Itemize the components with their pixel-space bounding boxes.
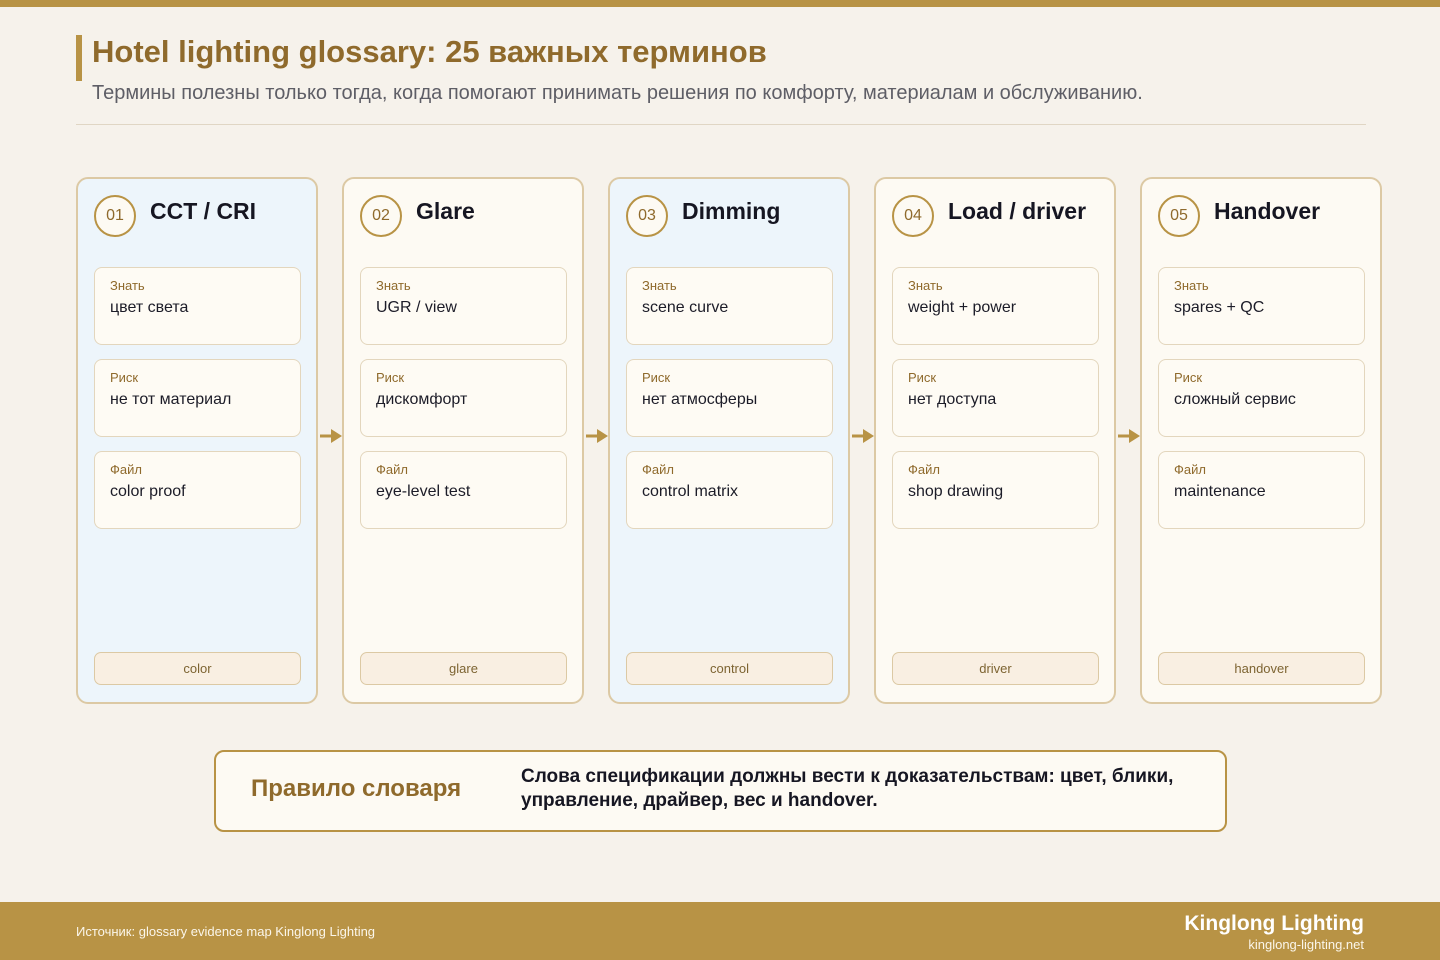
arrow-right-icon xyxy=(320,429,342,443)
file-label: Файл xyxy=(642,462,674,477)
know-field: Знать UGR / view xyxy=(360,267,567,345)
know-value: UGR / view xyxy=(376,299,457,316)
term-tag: control xyxy=(626,652,833,685)
risk-field: Риск сложный сервис xyxy=(1158,359,1365,437)
file-label: Файл xyxy=(376,462,408,477)
top-accent-strip xyxy=(0,0,1440,7)
term-title: CCT / CRI xyxy=(150,198,257,224)
file-field: Файл color proof xyxy=(94,451,301,529)
know-value: weight + power xyxy=(908,299,1017,316)
risk-field: Риск нет доступа xyxy=(892,359,1099,437)
know-value: цвет света xyxy=(110,299,189,316)
know-label: Знать xyxy=(642,278,677,293)
step-number: 01 xyxy=(94,195,136,237)
title-accent-bar xyxy=(76,35,82,81)
header-divider xyxy=(76,124,1366,125)
term-title: Glare xyxy=(416,198,475,224)
risk-label: Риск xyxy=(110,370,139,385)
footer: Источник: glossary evidence map Kinglong… xyxy=(0,902,1440,960)
risk-field: Риск нет атмосферы xyxy=(626,359,833,437)
term-title: Dimming xyxy=(682,198,781,224)
file-field: Файл shop drawing xyxy=(892,451,1099,529)
file-label: Файл xyxy=(110,462,142,477)
file-value: control matrix xyxy=(642,483,739,500)
term-card-dimming: 03 Dimming Знать scene curve Риск нет ат… xyxy=(608,177,850,704)
file-field: Файл eye-level test xyxy=(360,451,567,529)
know-field: Знать цвет света xyxy=(94,267,301,345)
risk-value: не тот материал xyxy=(110,391,232,408)
rule-title: Правило словаря xyxy=(251,775,462,802)
file-value: color proof xyxy=(110,483,186,500)
file-field: Файл maintenance xyxy=(1158,451,1365,529)
term-tag: driver xyxy=(892,652,1099,685)
step-number: 03 xyxy=(626,195,668,237)
glossary-rule-box: Правило словаря Слова спецификации должн… xyxy=(214,750,1227,832)
risk-label: Риск xyxy=(1174,370,1203,385)
step-number: 05 xyxy=(1158,195,1200,237)
term-tag: handover xyxy=(1158,652,1365,685)
term-card-cct-cri: 01 CCT / CRI Знать цвет света Риск не то… xyxy=(76,177,318,704)
page-title: Hotel lighting glossary: 25 важных терми… xyxy=(92,34,767,69)
risk-value: нет доступа xyxy=(908,391,997,408)
risk-value: дискомфорт xyxy=(376,391,468,408)
know-value: scene curve xyxy=(642,299,729,316)
risk-label: Риск xyxy=(908,370,937,385)
know-field: Знать weight + power xyxy=(892,267,1099,345)
term-tag: color xyxy=(94,652,301,685)
file-field: Файл control matrix xyxy=(626,451,833,529)
risk-label: Риск xyxy=(642,370,671,385)
risk-field: Риск не тот материал xyxy=(94,359,301,437)
risk-field: Риск дискомфорт xyxy=(360,359,567,437)
step-number: 02 xyxy=(360,195,402,237)
term-card-load-driver: 04 Load / driver Знать weight + power Ри… xyxy=(874,177,1116,704)
term-card-glare: 02 Glare Знать UGR / view Риск дискомфор… xyxy=(342,177,584,704)
term-card-handover: 05 Handover Знать spares + QC Риск сложн… xyxy=(1140,177,1382,704)
know-label: Знать xyxy=(1174,278,1209,293)
know-label: Знать xyxy=(908,278,943,293)
step-number: 04 xyxy=(892,195,934,237)
know-label: Знать xyxy=(110,278,145,293)
risk-label: Риск xyxy=(376,370,405,385)
arrow-right-icon xyxy=(586,429,608,443)
file-label: Файл xyxy=(1174,462,1206,477)
term-title: Handover xyxy=(1214,198,1321,224)
arrow-right-icon xyxy=(1118,429,1140,443)
brand-name: Kinglong Lighting xyxy=(1184,912,1364,935)
file-value: shop drawing xyxy=(908,483,1004,500)
file-value: eye-level test xyxy=(376,483,471,500)
risk-value: нет атмосферы xyxy=(642,391,758,408)
brand-url: kinglong-lighting.net xyxy=(1248,937,1364,952)
rule-text: Слова спецификации должны вести к доказа… xyxy=(521,766,1174,811)
know-field: Знать scene curve xyxy=(626,267,833,345)
file-value: maintenance xyxy=(1174,483,1266,500)
know-field: Знать spares + QC xyxy=(1158,267,1365,345)
term-tag: glare xyxy=(360,652,567,685)
source-note: Источник: glossary evidence map Kinglong… xyxy=(76,924,376,939)
file-label: Файл xyxy=(908,462,940,477)
page-subtitle: Термины полезны только тогда, когда помо… xyxy=(92,82,1143,104)
term-title: Load / driver xyxy=(948,198,1087,224)
arrow-right-icon xyxy=(852,429,874,443)
risk-value: сложный сервис xyxy=(1174,391,1296,408)
know-value: spares + QC xyxy=(1174,299,1265,316)
know-label: Знать xyxy=(376,278,411,293)
